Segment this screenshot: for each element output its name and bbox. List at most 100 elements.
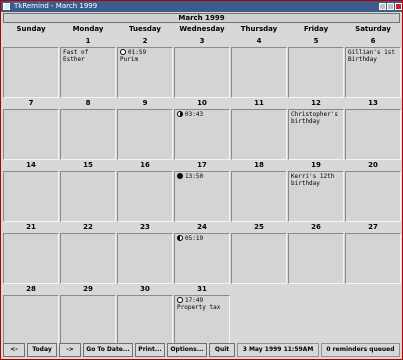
day-number[interactable]: 2 — [117, 36, 173, 47]
day-cell[interactable] — [231, 171, 287, 222]
new-moon-icon — [120, 49, 126, 55]
day-number[interactable]: 4 — [231, 36, 287, 47]
day-number[interactable]: 21 — [3, 222, 59, 233]
day-cell[interactable] — [3, 295, 59, 346]
day-cell[interactable] — [231, 233, 287, 284]
day-number[interactable]: 31 — [174, 284, 230, 295]
day-cell[interactable] — [345, 171, 401, 222]
day-number[interactable]: 12 — [288, 98, 344, 109]
day-cell[interactable]: Fast of Esther — [60, 47, 116, 98]
title-bar[interactable]: TkRemind - March 1999 — [1, 1, 402, 12]
day-cell[interactable] — [345, 109, 401, 160]
day-cell[interactable]: Christopher's birthday — [288, 109, 344, 160]
moon-phase-entry: 03:43 — [177, 111, 227, 118]
day-cell[interactable] — [288, 47, 344, 98]
day-number[interactable]: 24 — [174, 222, 230, 233]
day-number[interactable]: 7 — [3, 98, 59, 109]
go-to-date-button[interactable]: Go To Date... — [83, 343, 133, 357]
day-cell[interactable] — [60, 295, 116, 346]
day-cell[interactable] — [3, 109, 59, 160]
day-number[interactable]: 20 — [345, 160, 401, 171]
day-number[interactable]: 19 — [288, 160, 344, 171]
day-number[interactable]: 15 — [60, 160, 116, 171]
day-cell[interactable] — [60, 233, 116, 284]
day-number[interactable]: 23 — [117, 222, 173, 233]
minimize-icon[interactable] — [379, 3, 386, 10]
day-header: Monday — [72, 25, 104, 33]
day-cell[interactable]: Gillian's 1st Birthday — [345, 47, 401, 98]
day-cell[interactable] — [231, 109, 287, 160]
moon-phase-time: 05:19 — [185, 235, 204, 242]
day-number[interactable] — [3, 36, 59, 47]
day-number[interactable]: 8 — [60, 98, 116, 109]
moon-phase-entry: 01:59 — [120, 49, 170, 56]
moon-phase-time: 13:50 — [185, 173, 204, 180]
reminder-text[interactable]: Property tax — [177, 304, 227, 311]
day-number[interactable]: 28 — [3, 284, 59, 295]
day-cell[interactable] — [117, 171, 173, 222]
day-cell[interactable] — [3, 171, 59, 222]
day-number[interactable]: 18 — [231, 160, 287, 171]
day-cell[interactable] — [231, 47, 287, 98]
day-cell[interactable] — [3, 47, 59, 98]
day-number[interactable]: 22 — [60, 222, 116, 233]
moon-phase-time: 01:59 — [128, 49, 147, 56]
day-number[interactable]: 10 — [174, 98, 230, 109]
previous-month-button[interactable]: <- — [3, 343, 25, 357]
day-number[interactable]: 26 — [288, 222, 344, 233]
day-number[interactable]: 25 — [231, 222, 287, 233]
day-cell[interactable] — [117, 295, 173, 346]
day-cell[interactable] — [117, 233, 173, 284]
day-number[interactable]: 27 — [345, 222, 401, 233]
first-quarter-moon-icon — [177, 235, 183, 241]
day-number[interactable]: 6 — [345, 36, 401, 47]
day-cell[interactable]: 13:50 — [174, 171, 230, 222]
bottom-toolbar: <- Today -> Go To Date... Print... Optio… — [3, 343, 400, 357]
day-number[interactable]: 13 — [345, 98, 401, 109]
day-number[interactable] — [231, 284, 287, 295]
day-number[interactable]: 16 — [117, 160, 173, 171]
day-cell[interactable] — [288, 233, 344, 284]
day-cell[interactable] — [60, 109, 116, 160]
close-icon[interactable] — [395, 3, 402, 10]
reminder-text[interactable]: Gillian's 1st Birthday — [348, 49, 398, 63]
day-cell[interactable] — [60, 171, 116, 222]
day-header: Tuesday — [129, 25, 161, 33]
maximize-icon[interactable] — [387, 3, 394, 10]
day-number[interactable]: 5 — [288, 36, 344, 47]
day-number[interactable] — [288, 284, 344, 295]
day-number[interactable]: 17 — [174, 160, 230, 171]
day-number[interactable]: 11 — [231, 98, 287, 109]
day-cell[interactable]: 17:49 Property tax — [174, 295, 230, 346]
next-month-button[interactable]: -> — [59, 343, 81, 357]
day-cell[interactable] — [3, 233, 59, 284]
day-cell[interactable]: Kerri's 12th birthday — [288, 171, 344, 222]
moon-phase-entry: 05:19 — [177, 235, 227, 242]
print-button[interactable]: Print... — [135, 343, 165, 357]
day-cell[interactable]: 01:59 Purim — [117, 47, 173, 98]
day-cell[interactable]: 05:19 — [174, 233, 230, 284]
today-button[interactable]: Today — [27, 343, 57, 357]
reminder-text[interactable]: Christopher's birthday — [291, 111, 341, 125]
day-number[interactable]: 14 — [3, 160, 59, 171]
day-cell[interactable] — [345, 233, 401, 284]
day-number[interactable]: 30 — [117, 284, 173, 295]
reminder-text[interactable]: Kerri's 12th birthday — [291, 173, 341, 187]
day-number[interactable]: 29 — [60, 284, 116, 295]
day-cell[interactable]: 03:43 — [174, 109, 230, 160]
window-menu-icon[interactable] — [3, 3, 10, 10]
day-number[interactable]: 9 — [117, 98, 173, 109]
month-label: March 1999 — [3, 13, 400, 23]
day-header: Wednesday — [179, 25, 225, 33]
current-datetime: 3 May 1999 11:59AM — [237, 343, 319, 357]
window-title: TkRemind - March 1999 — [14, 2, 98, 10]
day-number[interactable]: 3 — [174, 36, 230, 47]
reminder-text[interactable]: Fast of Esther — [63, 49, 113, 63]
day-cell[interactable] — [117, 109, 173, 160]
options-button[interactable]: Options... — [167, 343, 207, 357]
quit-button[interactable]: Quit — [209, 343, 235, 357]
day-number[interactable]: 1 — [60, 36, 116, 47]
day-cell[interactable] — [174, 47, 230, 98]
day-number[interactable] — [345, 284, 401, 295]
reminder-text[interactable]: Purim — [120, 56, 170, 63]
